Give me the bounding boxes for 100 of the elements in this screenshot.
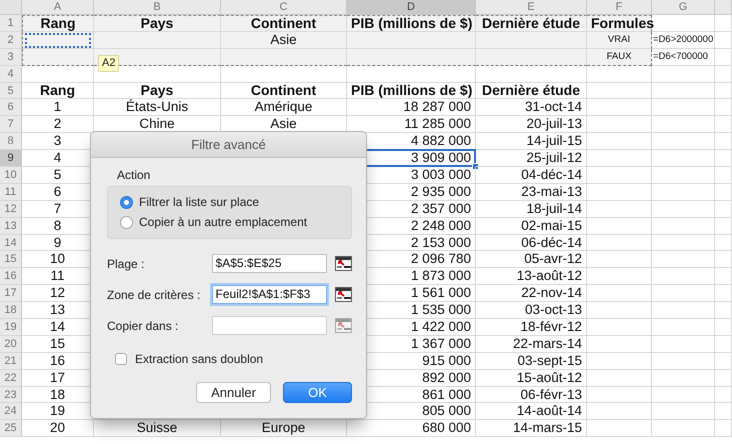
table-cell [715,48,732,66]
table-cell [587,99,652,116]
row-header[interactable]: 13 [0,218,22,235]
table-cell [715,15,732,32]
cancel-button[interactable]: Annuler [196,382,271,403]
table-cell: VRAI [587,32,652,49]
table-cell: PIB (millions de $) [347,82,476,100]
table-cell [715,336,732,353]
checkbox[interactable] [115,353,127,365]
table-cell: Dernière étude [476,15,587,32]
table-cell [587,116,652,134]
table-cell [652,319,715,336]
column-header[interactable]: G [652,0,715,15]
row-header[interactable]: 25 [0,420,22,438]
table-cell [652,302,715,320]
input-field[interactable]: $A$5:$E$25 [212,254,328,273]
table-cell: Asie [221,32,347,49]
column-header[interactable]: B [94,0,221,15]
table-cell: Amérique [221,99,347,116]
table-cell [652,251,715,268]
range-picker-icon[interactable] [335,287,352,302]
row-header[interactable]: 2 [0,32,22,49]
field-label: Zone de critères : [107,288,202,302]
row-header[interactable]: 10 [0,167,22,184]
table-cell [587,285,652,302]
table-cell: Formules [587,15,652,32]
column-header[interactable]: D [347,0,476,15]
table-cell: 20-juil-13 [476,116,587,134]
table-cell [587,184,652,201]
cell-tooltip: A2 [98,55,120,72]
row-header[interactable]: 8 [0,133,22,150]
row-header[interactable]: 6 [0,99,22,116]
table-cell [587,386,652,404]
table-cell [652,184,715,201]
row-header[interactable]: 22 [0,370,22,387]
column-header[interactable]: A [22,0,94,15]
table-cell [587,218,652,235]
row-header[interactable]: 24 [0,403,22,420]
table-cell [715,251,732,268]
table-cell: 14-juil-15 [476,133,587,150]
column-header[interactable]: C [221,0,347,15]
table-cell: 22-mars-14 [476,336,587,353]
radio-label[interactable]: Filtrer la liste sur place [139,195,260,209]
table-cell [587,167,652,184]
checkbox-label[interactable]: Extraction sans doublon [135,352,264,366]
table-cell [652,82,715,100]
table-cell [715,352,732,370]
radio-label[interactable]: Copier à un autre emplacement [139,215,308,229]
radio-button[interactable] [120,196,133,208]
table-cell [587,150,652,168]
table-cell [715,184,732,201]
table-cell: Suisse [94,420,221,438]
table-cell [587,420,652,438]
table-cell: Pays [94,82,221,100]
row-header[interactable]: 14 [0,234,22,252]
table-cell [715,420,732,438]
table-cell [587,336,652,353]
table-cell [715,234,732,252]
table-cell: Continent [221,82,347,100]
row-header[interactable]: 17 [0,285,22,302]
table-cell [587,66,652,83]
table-cell [652,386,715,404]
row-header[interactable]: 19 [0,319,22,336]
row-header[interactable]: 11 [0,184,22,201]
row-header[interactable]: 4 [0,66,22,83]
row-header[interactable]: 5 [0,82,22,100]
table-cell: =D6<700000 [652,48,715,66]
table-cell: 15-août-12 [476,370,587,387]
row-header[interactable]: 1 [0,15,22,32]
table-cell: =D6>2000000 [652,32,715,49]
row-header[interactable]: 12 [0,200,22,218]
table-cell: Dernière étude [476,82,587,100]
radio-button[interactable] [120,216,133,228]
row-header[interactable]: 15 [0,251,22,268]
ok-button[interactable]: OK [283,382,352,403]
column-header[interactable]: E [476,0,587,15]
row-header[interactable]: 18 [0,302,22,320]
table-cell [715,82,732,100]
row-header[interactable]: 23 [0,386,22,404]
table-cell [587,234,652,252]
table-cell [715,150,732,168]
row-header[interactable]: 20 [0,336,22,353]
range-picker-icon[interactable] [335,256,352,271]
row-header[interactable]: 21 [0,352,22,370]
row-header[interactable]: 16 [0,268,22,286]
table-cell [587,302,652,320]
table-cell: 31-oct-14 [476,99,587,116]
field-label: Copier dans : [107,318,180,332]
column-header[interactable]: F [587,0,652,15]
table-cell [652,66,715,83]
table-cell: 03-oct-13 [476,302,587,320]
table-cell: PIB (millions de $) [347,15,476,32]
table-cell: 06-déc-14 [476,234,587,252]
row-header[interactable]: 9 [0,150,22,168]
table-cell: 18-juil-14 [476,200,587,218]
row-header[interactable]: 7 [0,116,22,134]
table-cell: États-Unis [94,99,221,116]
input-field[interactable]: Feuil2!$A$1:$F$3 [212,285,328,304]
row-header[interactable]: 3 [0,48,22,66]
table-cell: 05-avr-12 [476,251,587,268]
